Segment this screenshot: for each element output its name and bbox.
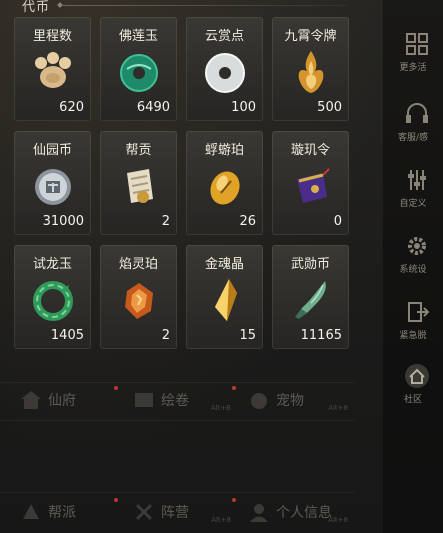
grid-icon (406, 33, 428, 55)
currency-count: 620 (59, 100, 84, 115)
sidebar-label: 自定义 (399, 199, 427, 209)
currency-card[interactable]: 九霄令牌 500 (272, 17, 349, 121)
notification-dot (232, 386, 236, 390)
currency-name: 帮贡 (125, 143, 152, 158)
currency-card[interactable]: 试龙玉 1405 (14, 245, 91, 349)
golden-flame-token-icon (298, 51, 323, 93)
panel-title: 代币 (22, 0, 51, 15)
currency-count: 0 (333, 214, 342, 229)
notification-dot (232, 498, 236, 502)
profile-icon (250, 504, 268, 522)
currency-card[interactable]: 仙园币 31000 (14, 131, 91, 235)
currency-count: 2 (161, 328, 170, 343)
camp-icon (135, 503, 153, 521)
currency-count: 15 (239, 328, 256, 343)
sidebar-label: 客服/感 (397, 133, 429, 143)
shortcut-hint: Alt+8 (328, 516, 348, 524)
fire-amber-icon (124, 283, 153, 319)
scroll-icon (135, 393, 153, 407)
purple-pouch-icon (296, 168, 330, 203)
notification-dot (114, 386, 118, 390)
silver-coin-icon (34, 169, 71, 205)
currency-card[interactable]: 里程数 620 (14, 17, 91, 121)
currency-name: 里程数 (32, 29, 72, 44)
currency-name: 佛莲玉 (118, 29, 158, 44)
right-sidebar: 更多活 客服/感 自定义 系统设 紧急脱 社区 (383, 0, 443, 533)
currency-card[interactable]: 帮贡 2 (100, 131, 177, 235)
currency-card[interactable]: 蜉蝣珀 26 (186, 131, 263, 235)
bottom-button-profile[interactable]: 个人信息 Alt+8 (240, 496, 352, 530)
gold-crystal-icon (214, 279, 237, 321)
green-dragon-jade-icon (32, 281, 73, 321)
currency-count: 500 (317, 100, 342, 115)
currency-count: 11165 (300, 328, 342, 343)
currency-card[interactable]: 佛莲玉 6490 (100, 17, 177, 121)
notification-dot (114, 498, 118, 502)
bottom-button-scroll[interactable]: 绘卷 Alt+B (125, 384, 235, 418)
currency-name: 金魂晶 (204, 257, 244, 272)
shortcut-hint: Alt+8 (328, 404, 348, 412)
green-blade-icon (294, 281, 326, 319)
bottom-label: 帮派 (48, 505, 76, 521)
sidebar-label: 紧急脱 (399, 331, 427, 341)
scroll-token-icon (126, 169, 153, 203)
sliders-icon (408, 170, 426, 190)
currency-name: 焰灵珀 (118, 257, 158, 272)
bottom-label: 阵营 (161, 505, 189, 521)
home-icon (405, 364, 429, 388)
bottom-label: 个人信息 (276, 505, 332, 521)
currency-count: 6490 (136, 100, 170, 115)
divider (0, 420, 355, 421)
currency-count: 1405 (50, 328, 84, 343)
white-disc-icon (204, 53, 245, 93)
header-divider (62, 5, 347, 6)
shortcut-hint: Alt+8 (211, 516, 231, 524)
sidebar-label: 社区 (403, 395, 422, 405)
currency-name: 璇玑令 (290, 143, 330, 158)
currency-count: 26 (239, 214, 256, 229)
jade-ring-icon (119, 54, 158, 92)
currency-count: 31000 (42, 214, 84, 229)
amber-insect-icon (209, 171, 240, 205)
currency-name: 九霄令牌 (284, 29, 337, 44)
currency-name: 云赏点 (204, 29, 244, 44)
exit-icon (408, 302, 430, 322)
currency-card[interactable]: 武勋币 11165 (272, 245, 349, 349)
bottom-button-pet[interactable]: 宠物 Alt+8 (240, 384, 352, 418)
bottom-label: 仙府 (48, 393, 76, 409)
bottom-label: 宠物 (276, 393, 304, 409)
currency-name: 蜉蝣珀 (204, 143, 244, 158)
pet-icon (251, 393, 267, 409)
shortcut-hint: Alt+B (210, 404, 231, 412)
currency-card[interactable]: 金魂晶 15 (186, 245, 263, 349)
currency-name: 试龙玉 (32, 257, 72, 272)
divider (0, 382, 355, 383)
mansion-icon (21, 391, 41, 409)
currency-count: 2 (161, 214, 170, 229)
sidebar-label: 更多活 (399, 63, 427, 73)
paw-icon (34, 52, 71, 88)
bottom-button-camp[interactable]: 阵营 Alt+8 (125, 496, 235, 530)
bottom-button-guild[interactable]: 帮派 (12, 496, 117, 530)
bottom-label: 绘卷 (161, 393, 189, 409)
gear-icon (408, 237, 426, 255)
guild-icon (23, 504, 39, 519)
divider (0, 492, 355, 493)
currency-count: 100 (231, 100, 256, 115)
headset-icon (406, 103, 428, 123)
currency-name: 武勋币 (290, 257, 330, 272)
sidebar-label: 系统设 (399, 265, 427, 275)
bottom-button-mansion[interactable]: 仙府 (12, 384, 117, 418)
panel-header: 代币 (0, 0, 360, 15)
currency-card[interactable]: 璇玑令 0 (272, 131, 349, 235)
currency-name: 仙园币 (32, 143, 72, 158)
currency-card[interactable]: 云赏点 100 (186, 17, 263, 121)
currency-card[interactable]: 焰灵珀 2 (100, 245, 177, 349)
